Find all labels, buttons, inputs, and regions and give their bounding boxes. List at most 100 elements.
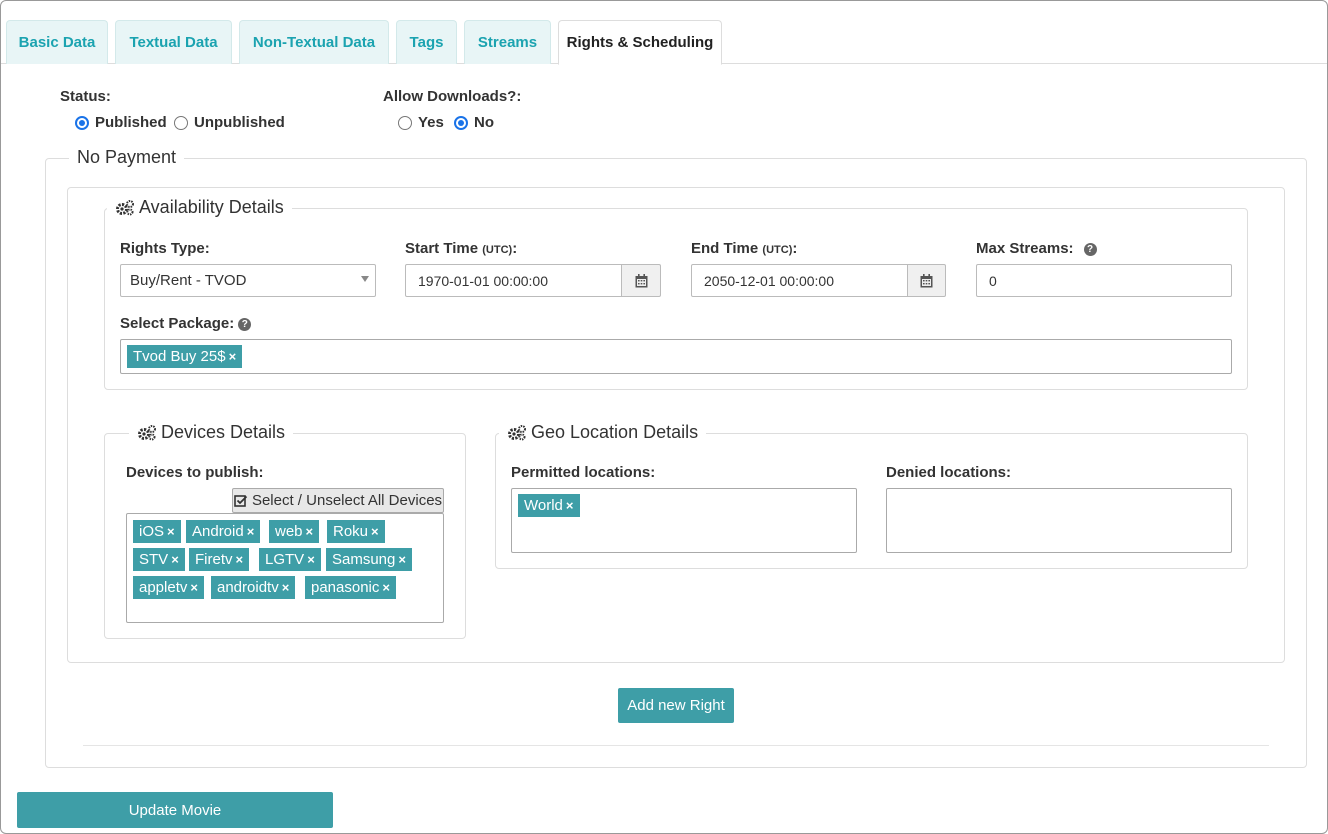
start-calendar-button[interactable] (621, 264, 661, 297)
device-tag: web × (269, 520, 320, 543)
gears-icon (116, 199, 134, 215)
devices-tag-input[interactable]: iOS × Android × web × Roku × STV × Firetv × LG… (126, 513, 444, 623)
device-tag-label: androidtv (217, 579, 279, 596)
start-time-value: 1970-01-01 00:00:00 (418, 272, 548, 289)
tab-textual-data[interactable]: Textual Data (115, 20, 232, 64)
device-tag: Roku × (327, 520, 385, 543)
start-time-colon: : (512, 240, 518, 257)
tab-tags[interactable]: Tags (396, 20, 457, 64)
devices-title: Devices Details (161, 422, 286, 442)
calendar-icon (635, 273, 647, 287)
device-tag: panasonic × (305, 576, 396, 599)
radio-unchecked-icon (398, 115, 412, 130)
device-tag: Firetv × (189, 548, 250, 571)
device-tag: Android × (186, 520, 261, 543)
remove-tag-icon[interactable]: × (236, 552, 244, 567)
device-tag-label: LGTV (265, 551, 305, 568)
device-tag: STV × (133, 548, 185, 571)
select-package-label: Select Package:? (120, 315, 252, 332)
device-tag-label: Roku (333, 523, 369, 540)
remove-tag-icon[interactable]: × (229, 349, 237, 364)
remove-tag-icon[interactable]: × (307, 552, 315, 567)
radio-checked-icon (75, 115, 89, 130)
tab-rights-scheduling[interactable]: Rights & Scheduling (558, 20, 722, 65)
end-time-input[interactable]: 2050-12-01 00:00:00 (691, 264, 908, 297)
denied-locations-input[interactable] (886, 488, 1232, 553)
downloads-no-radio[interactable]: No (454, 114, 494, 131)
device-tag: LGTV × (259, 548, 321, 571)
start-time-input[interactable]: 1970-01-01 00:00:00 (405, 264, 622, 297)
end-time-utc: (UTC) (762, 244, 793, 256)
remove-tag-icon[interactable]: × (190, 580, 198, 595)
downloads-yes-label: Yes (418, 114, 444, 131)
start-time-label-text: Start Time (405, 240, 479, 257)
devices-legend: Devices Details (129, 422, 294, 443)
tab-bar: Basic Data Textual Data Non-Textual Data… (1, 1, 1327, 65)
remove-tag-icon[interactable]: × (282, 580, 290, 595)
downloads-label: Allow Downloads?: (383, 88, 522, 105)
remove-tag-icon[interactable]: × (566, 498, 574, 513)
status-unpublished-radio[interactable]: Unpublished (174, 114, 285, 131)
permitted-locations-label: Permitted locations: (511, 464, 656, 481)
rights-type-value: Buy/Rent - TVOD (130, 272, 247, 289)
availability-title: Availability Details (139, 197, 284, 217)
checkbox-checked-icon (234, 494, 248, 507)
device-tag: appletv × (133, 576, 204, 599)
remove-tag-icon[interactable]: × (171, 552, 179, 567)
device-tag-label: web (275, 523, 303, 540)
denied-locations-label: Denied locations: (886, 464, 1012, 481)
downloads-yes-radio[interactable]: Yes (398, 114, 444, 131)
location-tag-label: World (524, 497, 563, 514)
package-tag: Tvod Buy 25$ × (127, 345, 243, 368)
add-new-right-button[interactable]: Add new Right (618, 688, 734, 723)
remove-tag-icon[interactable]: × (398, 552, 406, 567)
remove-tag-icon[interactable]: × (247, 524, 255, 539)
gears-icon (508, 424, 526, 440)
status-published-radio[interactable]: Published (75, 114, 167, 131)
status-unpublished-label: Unpublished (194, 114, 285, 131)
max-streams-value: 0 (989, 272, 997, 289)
rights-type-label: Rights Type: (120, 240, 210, 257)
device-tag: iOS × (133, 520, 181, 543)
gears-icon (138, 424, 156, 440)
package-tag-label: Tvod Buy 25$ (133, 348, 226, 365)
device-tag-label: panasonic (311, 579, 380, 596)
geo-title: Geo Location Details (531, 422, 699, 442)
remove-tag-icon[interactable]: × (306, 524, 314, 539)
tab-streams[interactable]: Streams (464, 20, 551, 64)
location-tag: World × (518, 494, 580, 517)
device-tag-label: appletv (139, 579, 188, 596)
rights-type-select[interactable]: Buy/Rent - TVOD (120, 264, 376, 297)
help-icon[interactable]: ? (238, 317, 252, 331)
device-tag-label: Firetv (195, 551, 233, 568)
help-icon[interactable]: ? (1083, 242, 1097, 256)
radio-unchecked-icon (174, 115, 188, 130)
status-published-label: Published (95, 114, 167, 131)
select-package-label-text: Select Package: (120, 315, 235, 332)
status-label: Status: (60, 88, 111, 105)
max-streams-label: Max Streams:? (976, 240, 1097, 257)
max-streams-input[interactable]: 0 (976, 264, 1232, 297)
end-time-label: End Time (UTC): (691, 240, 797, 257)
no-payment-title: No Payment (69, 147, 185, 168)
remove-tag-icon[interactable]: × (371, 524, 379, 539)
end-calendar-button[interactable] (907, 264, 946, 297)
max-streams-label-text: Max Streams: (976, 240, 1074, 257)
remove-tag-icon[interactable]: × (167, 524, 175, 539)
remove-tag-icon[interactable]: × (382, 580, 390, 595)
divider (83, 745, 1269, 746)
device-tag: androidtv × (211, 576, 296, 599)
end-time-value: 2050-12-01 00:00:00 (704, 272, 834, 289)
update-movie-button[interactable]: Update Movie (17, 792, 333, 828)
tab-non-textual-data[interactable]: Non-Textual Data (239, 20, 389, 64)
permitted-locations-input[interactable]: World × (511, 488, 857, 553)
radio-checked-icon (454, 115, 468, 130)
select-all-devices-button[interactable]: Select / Unselect All Devices (232, 488, 444, 513)
geo-legend: Geo Location Details (499, 422, 707, 443)
select-all-devices-label: Select / Unselect All Devices (251, 492, 443, 509)
package-tag-input[interactable]: Tvod Buy 25$ × (120, 339, 1232, 374)
device-tag-label: STV (139, 551, 169, 568)
tab-basic-data[interactable]: Basic Data (6, 20, 108, 64)
start-time-utc: (UTC) (482, 244, 513, 256)
devices-publish-label: Devices to publish: (126, 464, 264, 481)
